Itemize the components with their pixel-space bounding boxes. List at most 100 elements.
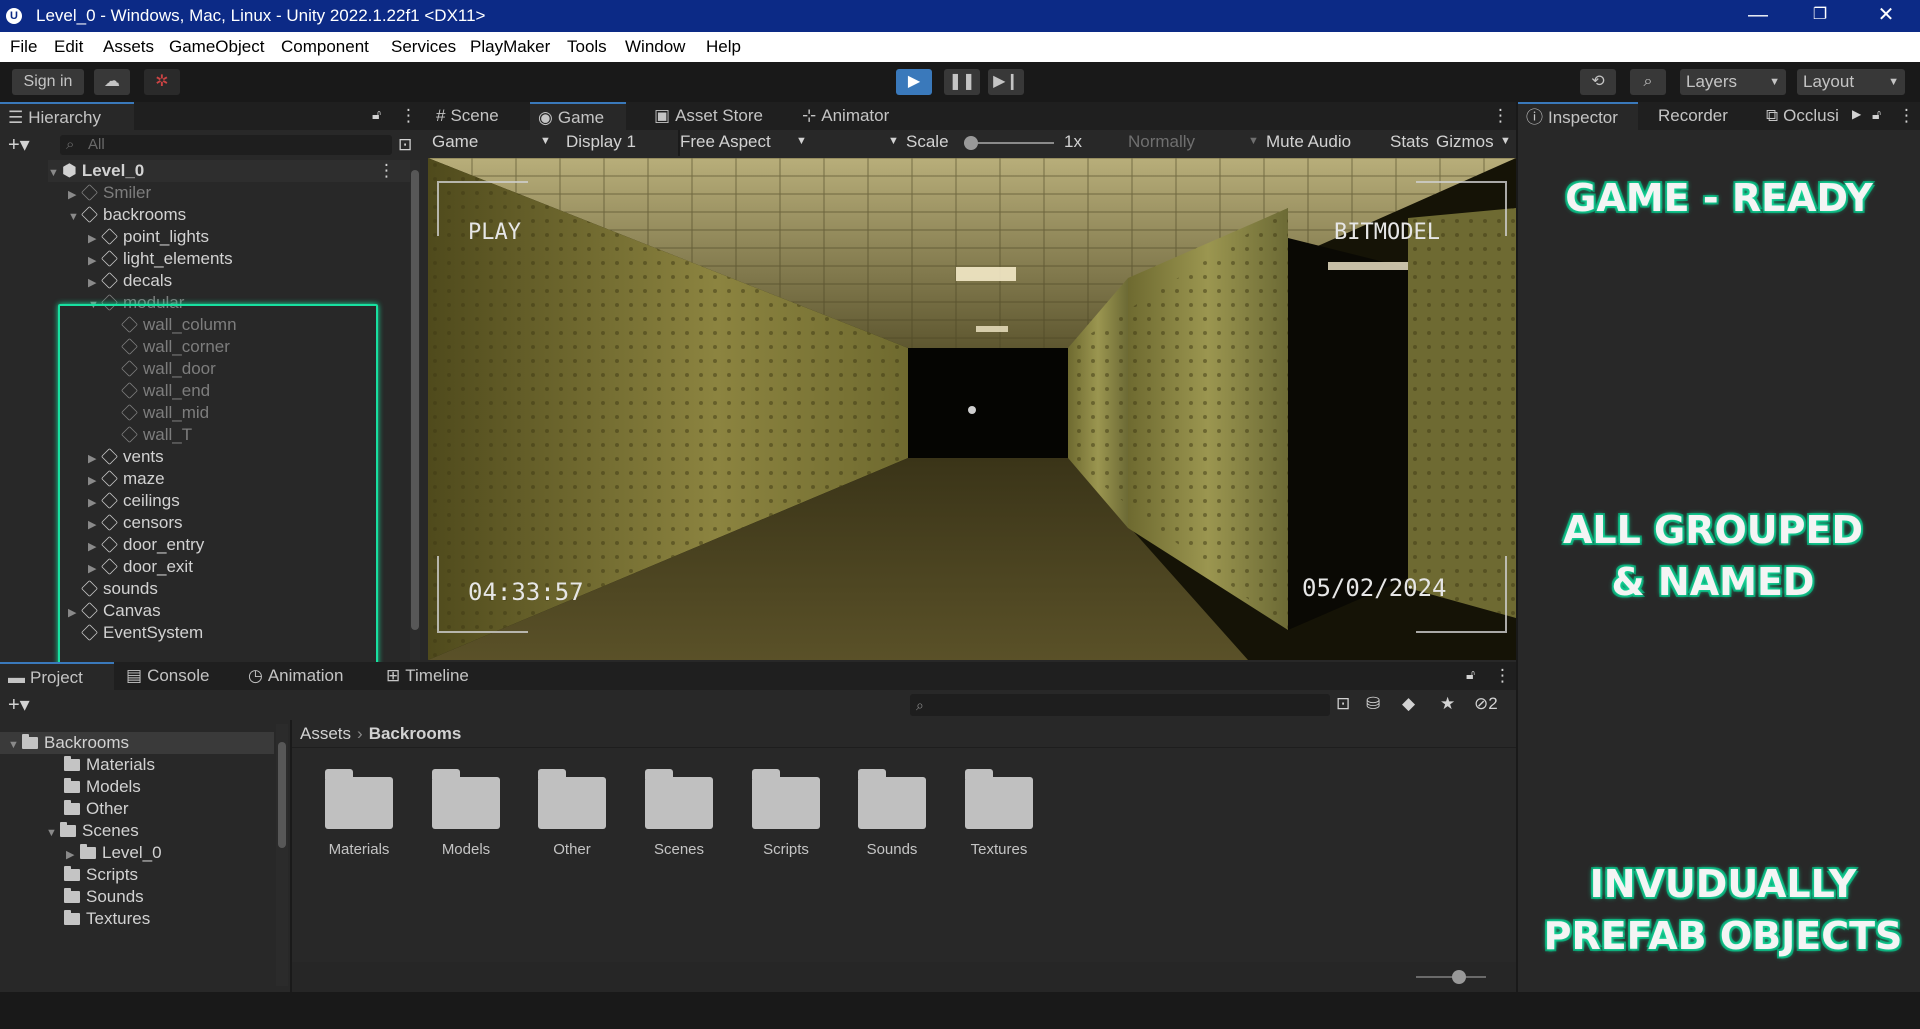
hierarchy-item[interactable]: ▶ light_elements [88,248,233,270]
game-mode-dropdown[interactable]: Game ▼ [432,132,556,152]
more-options-icon[interactable]: ⋮ [1492,106,1509,126]
layout-dropdown[interactable]: Layout ▼ [1797,69,1905,95]
add-icon[interactable]: +▾ [8,132,30,157]
tab-game[interactable]: ◉ Game [530,102,626,130]
hierarchy-item[interactable]: ▼ backrooms [68,204,186,226]
scrollbar-thumb[interactable] [278,742,286,848]
more-options-icon[interactable]: ⋮ [1898,106,1915,126]
pause-button[interactable]: ❚❚ [944,69,980,95]
folder-tile[interactable]: Other [537,769,607,858]
more-options-icon[interactable]: ⋮ [1494,666,1511,686]
close-button[interactable]: ✕ [1858,0,1914,32]
folder-tile[interactable]: Sounds [857,769,927,858]
hierarchy-search-input[interactable]: ⌕ All [60,135,392,155]
breadcrumb-assets[interactable]: Assets [300,724,351,743]
gizmos-toggle[interactable]: Gizmos [1436,132,1494,152]
scrollbar-thumb[interactable] [411,170,419,630]
tree-item[interactable]: Sounds [64,886,144,908]
menu-services[interactable]: Services [391,37,456,57]
tree-item[interactable]: Other [64,798,129,820]
hierarchy-item[interactable]: ▶ Smiler [68,182,151,204]
mute-audio-toggle[interactable]: Mute Audio [1266,132,1351,152]
menu-playmaker[interactable]: PlayMaker [470,37,550,57]
folder-tile[interactable]: Models [431,769,501,858]
step-button[interactable]: ▶❙ [988,69,1024,95]
menu-file[interactable]: File [10,37,37,57]
menu-component[interactable]: Component [281,37,369,57]
folder-tile[interactable]: Textures [964,769,1034,858]
more-options-icon[interactable]: ⋮ [400,106,417,126]
aspect-dropdown[interactable]: Free Aspect ▼ [680,132,900,152]
zoom-slider[interactable] [1416,970,1486,984]
search-icon[interactable]: ⌕ [1630,69,1666,95]
star-icon[interactable]: ★ [1440,694,1455,714]
tab-asset-store[interactable]: ▣ Asset Store [646,102,786,130]
scale-slider-handle[interactable] [964,136,978,150]
sign-in-button[interactable]: Sign in [12,69,84,95]
hierarchy-item[interactable]: ▶ point_lights [88,226,209,248]
tab-animation[interactable]: ◷ Animation [240,662,370,690]
breadcrumb-backrooms[interactable]: Backrooms [369,724,462,743]
tab-project[interactable]: ▬ Project [0,662,114,690]
hierarchy-item[interactable]: ▶ decals [88,270,172,292]
folder-label: Scenes [653,841,705,858]
tree-item[interactable]: Textures [64,908,150,930]
display-dropdown[interactable]: Display 1 ▼ [566,132,807,152]
scene-picker-icon[interactable]: ⊡ [398,135,412,155]
folder-tile[interactable]: Scenes [644,769,714,858]
tab-scene-label: Scene [450,106,499,125]
tab-animator[interactable]: ⊹ Animator [794,102,914,130]
scene-row[interactable]: ▼ ⬢ Level_0 ⋮ [48,160,410,182]
lock-icon[interactable]: 🔓︎ [1872,106,1881,123]
folder-label: Textures [970,841,1028,858]
scale-slider[interactable] [964,136,1054,150]
breadcrumb: Assets › Backrooms [292,720,1516,748]
folder-tile[interactable]: Materials [324,769,394,858]
stats-toggle[interactable]: Stats [1390,132,1429,152]
hierarchy-scrollbar[interactable] [410,160,420,660]
play-button[interactable]: ▶ [896,69,932,95]
menu-gameobject[interactable]: GameObject [169,37,264,57]
tab-console[interactable]: ▤ Console [118,662,228,690]
playmode-dropdown[interactable]: Normally ▼ [1128,132,1259,152]
chevron-right-icon[interactable]: ▶ [1852,107,1861,121]
tab-hierarchy[interactable]: ☰ Hierarchy [0,102,134,130]
add-icon[interactable]: +▾ [8,692,30,717]
zoom-slider-handle[interactable] [1452,970,1466,984]
tree-item[interactable]: ▼ Backrooms [0,732,274,754]
menu-tools[interactable]: Tools [567,37,607,57]
chevron-down-icon[interactable]: ▼ [1500,135,1511,147]
lock-icon[interactable]: 🔓︎ [1466,666,1475,683]
folder-icon [64,756,80,771]
menu-help[interactable]: Help [706,37,741,57]
game-viewport[interactable]: PLAY BITMODEL 04:33:57 05/02/2024 [428,158,1516,660]
tab-recorder[interactable]: Recorder [1650,102,1750,130]
tree-item[interactable]: Models [64,776,141,798]
search-by-type-icon[interactable]: ⊡ [1336,694,1350,714]
cloud-icon[interactable]: ☁ [94,69,130,95]
tree-item[interactable]: ▼ Scenes [46,820,139,842]
hidden-packages-toggle[interactable]: ⊘2 [1474,694,1498,714]
tag-icon[interactable]: ◆ [1402,694,1415,714]
menu-window[interactable]: Window [625,37,685,57]
layers-dropdown[interactable]: Layers ▼ [1680,69,1786,95]
tree-item[interactable]: Materials [64,754,155,776]
maximize-button[interactable]: ❐ [1792,0,1848,32]
tab-scene[interactable]: # Scene [428,102,524,130]
tree-item[interactable]: ▶ Level_0 [66,842,162,864]
tree-item[interactable]: Scripts [64,864,138,886]
menu-edit[interactable]: Edit [54,37,83,57]
chevron-down-icon: ▼ [540,135,551,147]
folder-tile[interactable]: Scripts [751,769,821,858]
minimize-button[interactable]: — [1730,0,1786,32]
lock-icon[interactable]: 🔓︎ [372,106,381,123]
tab-inspector[interactable]: ⓘ Inspector [1518,102,1638,130]
tab-timeline[interactable]: ⊞ Timeline [378,662,498,690]
scene-options-icon[interactable]: ⋮ [378,160,395,182]
filter-label-icon[interactable]: ⛁ [1366,694,1380,714]
tree-scrollbar[interactable] [276,724,288,986]
project-search-input[interactable]: ⌕ [910,694,1330,716]
menu-assets[interactable]: Assets [103,37,154,57]
history-icon[interactable]: ⟲ [1580,69,1616,95]
collab-icon[interactable]: ✲ [144,69,180,95]
